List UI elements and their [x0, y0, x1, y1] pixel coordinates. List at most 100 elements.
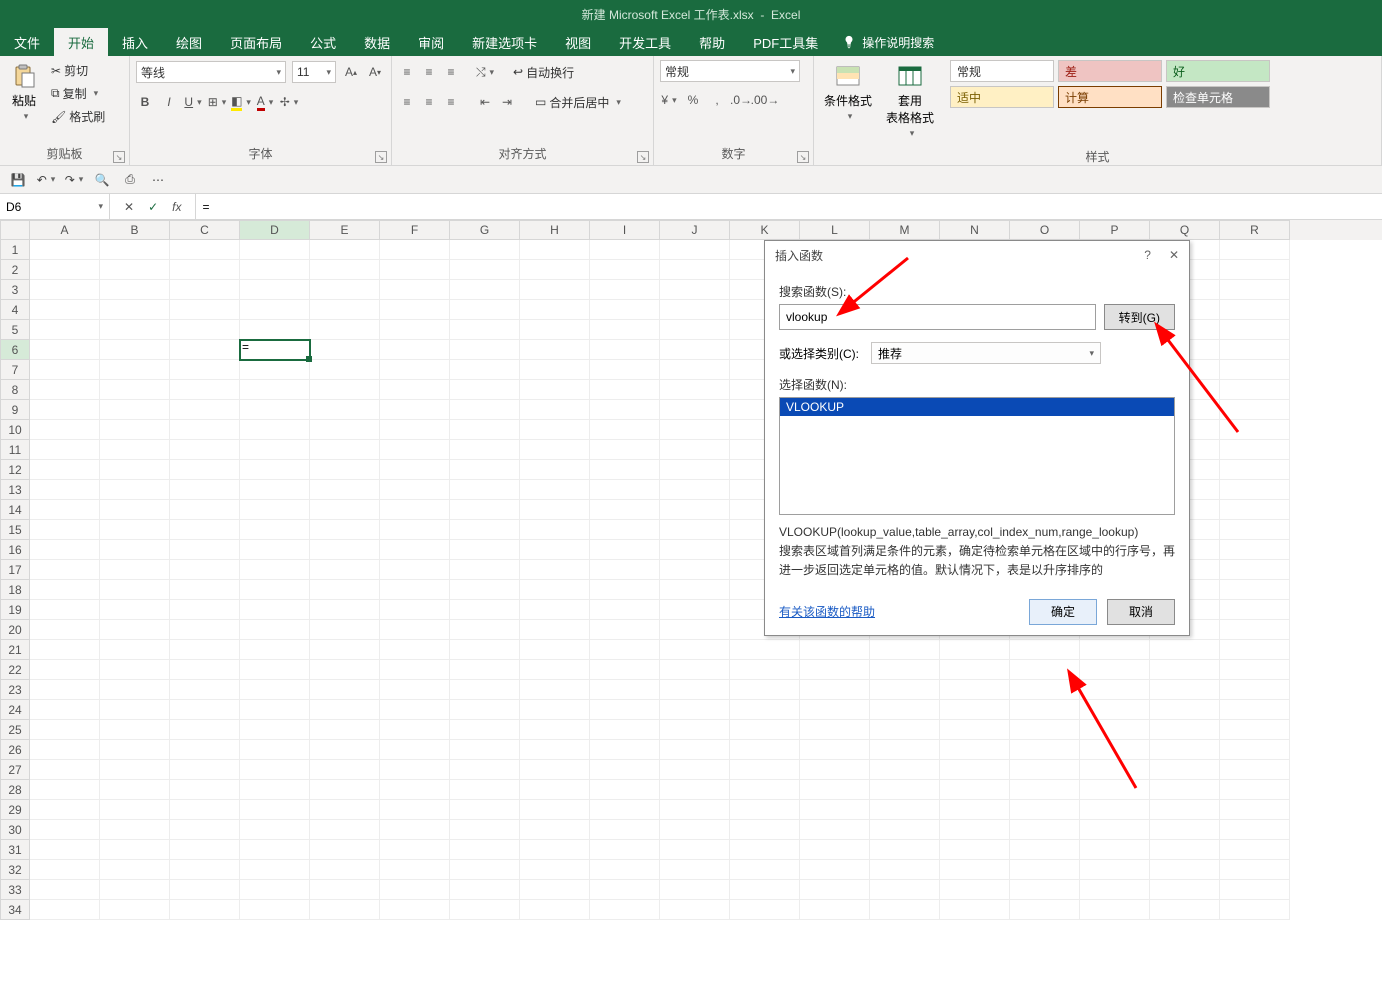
- cell[interactable]: [870, 840, 940, 860]
- cell[interactable]: [1010, 740, 1080, 760]
- cell[interactable]: [520, 380, 590, 400]
- bold-button[interactable]: B: [136, 93, 154, 111]
- select-all-corner[interactable]: [0, 220, 30, 240]
- cell[interactable]: [660, 500, 730, 520]
- cell[interactable]: [170, 640, 240, 660]
- cell[interactable]: [450, 320, 520, 340]
- cell[interactable]: [30, 400, 100, 420]
- cell[interactable]: [660, 380, 730, 400]
- cell[interactable]: [660, 620, 730, 640]
- cell[interactable]: [660, 480, 730, 500]
- cell[interactable]: [380, 860, 450, 880]
- col-header[interactable]: C: [170, 220, 240, 240]
- cell[interactable]: [450, 480, 520, 500]
- cell[interactable]: [450, 680, 520, 700]
- cell[interactable]: [170, 720, 240, 740]
- cell[interactable]: [870, 800, 940, 820]
- cell[interactable]: [1010, 760, 1080, 780]
- cell[interactable]: [310, 440, 380, 460]
- cell[interactable]: [870, 700, 940, 720]
- col-header[interactable]: N: [940, 220, 1010, 240]
- cell[interactable]: [240, 420, 310, 440]
- cell[interactable]: [940, 720, 1010, 740]
- cell[interactable]: [310, 240, 380, 260]
- cell[interactable]: [590, 420, 660, 440]
- cell[interactable]: [520, 620, 590, 640]
- cell[interactable]: [30, 600, 100, 620]
- cell[interactable]: [240, 560, 310, 580]
- cell[interactable]: [660, 660, 730, 680]
- cell[interactable]: [380, 320, 450, 340]
- redo-icon[interactable]: ↷▾: [66, 172, 82, 188]
- cell[interactable]: [380, 840, 450, 860]
- cell[interactable]: [170, 540, 240, 560]
- cell[interactable]: [730, 680, 800, 700]
- cell[interactable]: [660, 760, 730, 780]
- align-bottom-icon[interactable]: ≡: [442, 63, 460, 81]
- cell[interactable]: [870, 740, 940, 760]
- cell[interactable]: [310, 360, 380, 380]
- cell[interactable]: [940, 640, 1010, 660]
- format-as-table-button[interactable]: 套用 表格格式 ▾: [882, 60, 938, 141]
- cell[interactable]: [450, 700, 520, 720]
- row-header[interactable]: 29: [0, 800, 30, 820]
- cell[interactable]: [1220, 680, 1290, 700]
- cell[interactable]: [380, 600, 450, 620]
- cell[interactable]: [590, 500, 660, 520]
- dialog-launcher-icon[interactable]: ↘: [637, 151, 649, 163]
- cell[interactable]: [730, 800, 800, 820]
- cell[interactable]: [450, 640, 520, 660]
- cell[interactable]: [660, 560, 730, 580]
- cell[interactable]: [380, 240, 450, 260]
- cell[interactable]: [170, 480, 240, 500]
- cell[interactable]: [1080, 640, 1150, 660]
- cell[interactable]: [940, 680, 1010, 700]
- cell[interactable]: [240, 320, 310, 340]
- row-header[interactable]: 21: [0, 640, 30, 660]
- cell[interactable]: [310, 280, 380, 300]
- cell[interactable]: [380, 460, 450, 480]
- cell[interactable]: [660, 460, 730, 480]
- col-header[interactable]: P: [1080, 220, 1150, 240]
- cell[interactable]: [1150, 760, 1220, 780]
- cell[interactable]: [660, 720, 730, 740]
- cell[interactable]: [170, 340, 240, 360]
- dialog-title-bar[interactable]: 插入函数 ? ✕: [765, 241, 1189, 269]
- cell[interactable]: [310, 780, 380, 800]
- cell[interactable]: [870, 900, 940, 920]
- italic-button[interactable]: I: [160, 93, 178, 111]
- cell[interactable]: [100, 900, 170, 920]
- cell[interactable]: [100, 660, 170, 680]
- col-header[interactable]: B: [100, 220, 170, 240]
- cell[interactable]: [310, 380, 380, 400]
- cell[interactable]: [310, 300, 380, 320]
- cell[interactable]: [240, 760, 310, 780]
- cell[interactable]: [800, 740, 870, 760]
- row-header[interactable]: 10: [0, 420, 30, 440]
- cell[interactable]: [590, 860, 660, 880]
- cell[interactable]: [520, 760, 590, 780]
- tab-pdf-tools[interactable]: PDF工具集: [739, 28, 832, 56]
- cell[interactable]: [240, 520, 310, 540]
- cell[interactable]: [590, 840, 660, 860]
- cell[interactable]: [450, 660, 520, 680]
- cell[interactable]: [100, 640, 170, 660]
- cell[interactable]: [170, 460, 240, 480]
- cell[interactable]: [380, 540, 450, 560]
- cell[interactable]: [730, 780, 800, 800]
- cell[interactable]: [30, 280, 100, 300]
- cell[interactable]: [520, 880, 590, 900]
- go-button[interactable]: 转到(G): [1104, 304, 1175, 330]
- cell[interactable]: [310, 660, 380, 680]
- cell[interactable]: [1010, 800, 1080, 820]
- cell[interactable]: [100, 720, 170, 740]
- cell[interactable]: [240, 240, 310, 260]
- tab-draw[interactable]: 绘图: [162, 28, 216, 56]
- cell-style-good[interactable]: 好: [1166, 60, 1270, 82]
- cell[interactable]: [800, 820, 870, 840]
- col-header[interactable]: G: [450, 220, 520, 240]
- cell[interactable]: [100, 280, 170, 300]
- cell[interactable]: [100, 620, 170, 640]
- cell[interactable]: [310, 460, 380, 480]
- cell[interactable]: [240, 300, 310, 320]
